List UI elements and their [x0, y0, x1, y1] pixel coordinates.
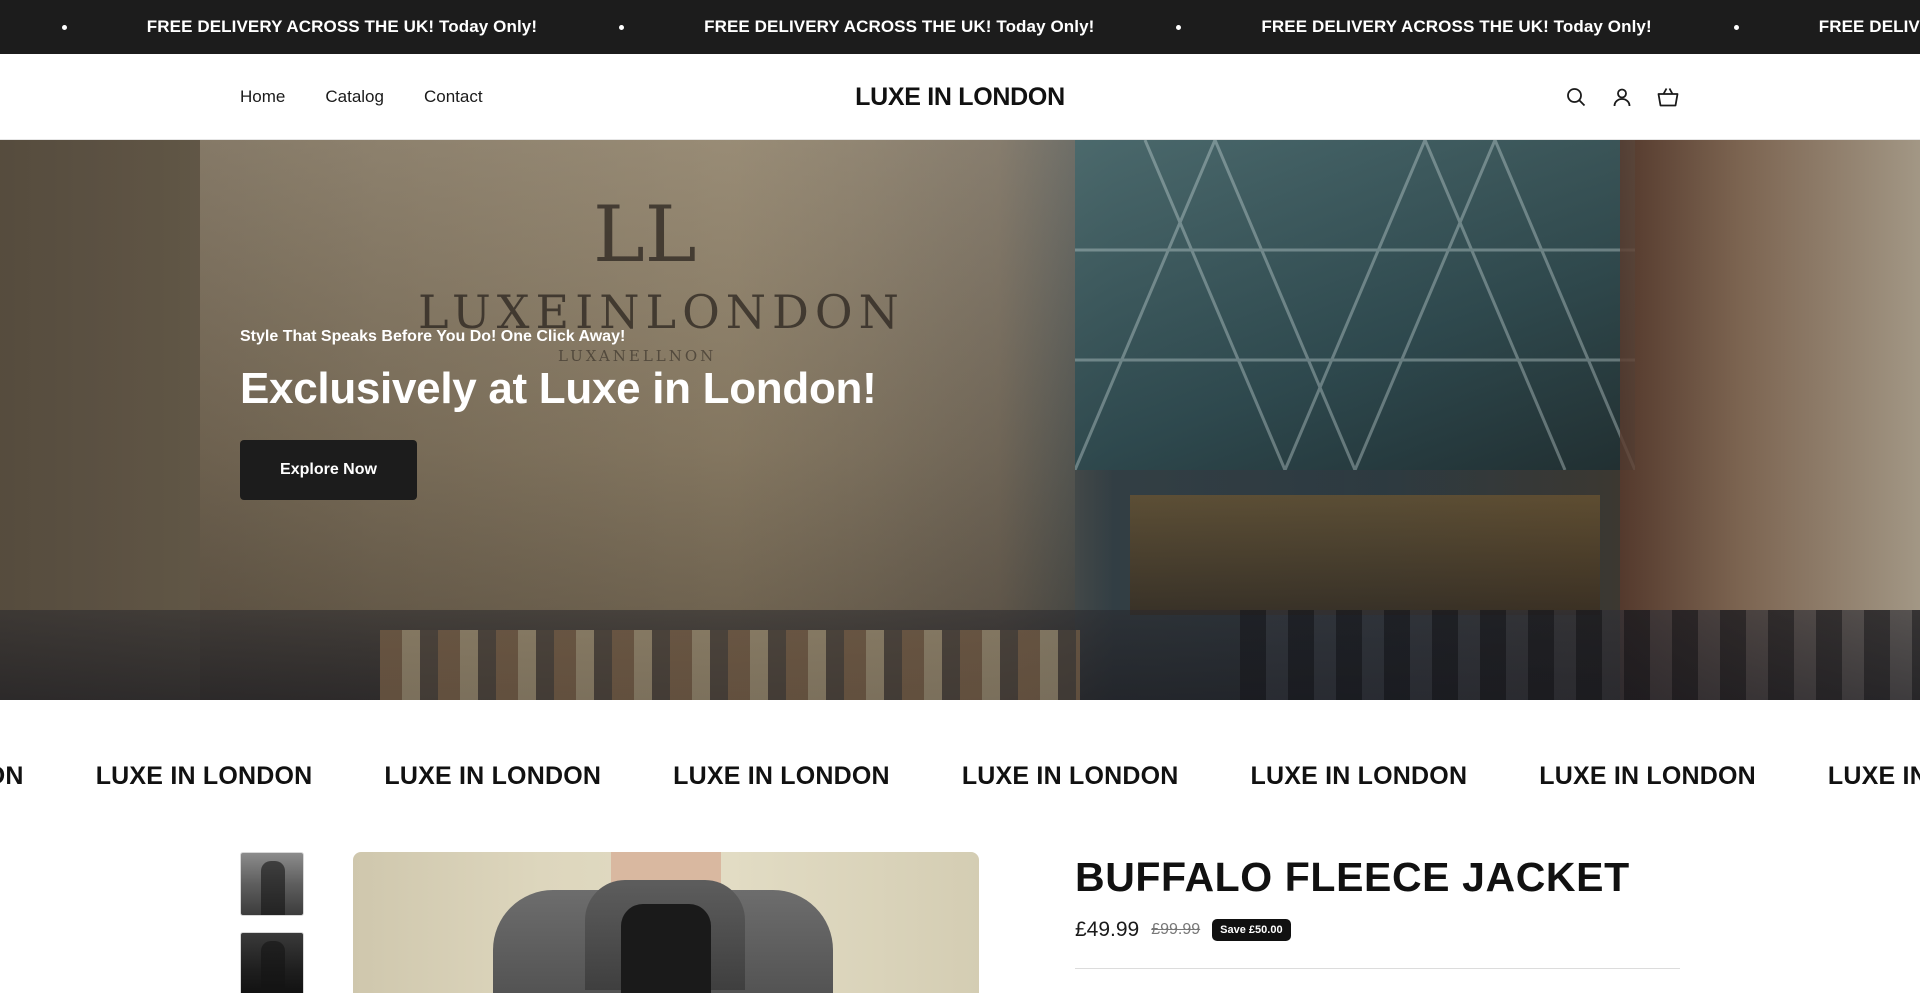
cart-icon[interactable]	[1656, 85, 1680, 109]
bullet-icon	[1176, 24, 1182, 30]
announcement-text: FREE DELIVERY ACROSS THE UK! Today Only!	[1261, 17, 1652, 36]
marquee-item: LUXE IN LONDON	[673, 762, 890, 790]
price-row: £49.99 £99.99 Save £50.00	[1075, 918, 1291, 942]
hero-glass-pattern	[1075, 140, 1635, 470]
marquee-item: LUXE IN LONDON	[1250, 762, 1468, 790]
brand-marquee: LUXE IN LONDON LUXE IN LONDON LUXE IN LO…	[0, 700, 1920, 854]
nav-home-link[interactable]: Home	[240, 87, 285, 107]
nav-catalog-link[interactable]: Catalog	[325, 87, 384, 107]
hero-banner: LL LUXEINLONDON LUXANELLNON Style That S…	[0, 140, 1920, 700]
nav-contact-link[interactable]: Contact	[424, 87, 483, 107]
product-main-image[interactable]	[353, 852, 979, 993]
hero-sign-mark: LL	[593, 190, 697, 280]
announcement-item: FREE DELIVERY ACROSS THE UK! Today Only!	[1819, 17, 1920, 37]
explore-now-button[interactable]: Explore Now	[240, 440, 417, 500]
bullet-icon	[61, 24, 67, 30]
bullet-icon	[1733, 24, 1739, 30]
site-logo[interactable]: LUXE IN LONDON	[855, 83, 1065, 112]
marquee-track: LUXE IN LONDON LUXE IN LONDON LUXE IN LO…	[0, 762, 1920, 791]
thumbnail-figure	[261, 861, 285, 915]
hero-content: Style That Speaks Before You Do! One Cli…	[240, 328, 877, 500]
marquee-item: LUXE IN LONDON	[1539, 762, 1756, 790]
search-icon[interactable]	[1564, 85, 1588, 109]
hero-crowd	[1240, 610, 1920, 700]
header-icons	[1564, 54, 1680, 140]
main-nav: Home Catalog Contact	[240, 54, 483, 140]
account-icon[interactable]	[1610, 85, 1634, 109]
announcement-track: ! FREE DELIVERY ACROSS THE UK! Today Onl…	[0, 0, 1920, 54]
announcement-text: FREE DELIVERY ACROSS THE UK! Today Only!	[146, 17, 538, 36]
announcement-item: FREE DELIVERY ACROSS THE UK! Today Only!	[1261, 17, 1818, 37]
announcement-text: FREE DELIVERY ACROSS THE UK! Today Only!	[1818, 17, 1920, 36]
product-price: £49.99	[1075, 918, 1140, 941]
divider	[1075, 968, 1680, 969]
bullet-icon	[619, 24, 625, 30]
marquee-item: LUXE IN LONDON	[961, 762, 1179, 790]
save-badge: Save £50.00	[1212, 919, 1291, 941]
thumbnail-figure	[261, 941, 285, 993]
hero-clothing-racks	[380, 630, 1080, 700]
product-thumbnail[interactable]	[240, 852, 304, 916]
product-thumbnail[interactable]	[240, 932, 304, 993]
announcement-item: !	[0, 17, 147, 37]
compare-price: £99.99	[1151, 921, 1201, 938]
announcement-item: FREE DELIVERY ACROSS THE UK! Today Only!	[704, 17, 1261, 37]
turtleneck	[621, 904, 711, 993]
product-title: BUFFALO FLEECE JACKET	[1075, 854, 1630, 900]
hero-store-entrance	[1130, 495, 1600, 615]
marquee-item: LUXE IN LONDON	[1827, 762, 1920, 790]
site-header: Home Catalog Contact LUXE IN LONDON	[0, 54, 1920, 140]
announcement-item: FREE DELIVERY ACROSS THE UK! Today Only!	[147, 17, 704, 37]
marquee-item: LUXE IN LONDON	[95, 762, 313, 790]
marquee-item: LUXE IN LONDON	[384, 762, 602, 790]
product-section: BUFFALO FLEECE JACKET £49.99 £99.99 Save…	[0, 852, 1920, 993]
hero-eyebrow: Style That Speaks Before You Do! One Cli…	[240, 328, 626, 345]
hero-title: Exclusively at Luxe in London!	[240, 364, 877, 413]
announcement-bar: ! FREE DELIVERY ACROSS THE UK! Today Onl…	[0, 0, 1920, 54]
announcement-text: FREE DELIVERY ACROSS THE UK! Today Only!	[704, 17, 1095, 36]
marquee-item: LUXE IN LONDON	[0, 762, 24, 790]
